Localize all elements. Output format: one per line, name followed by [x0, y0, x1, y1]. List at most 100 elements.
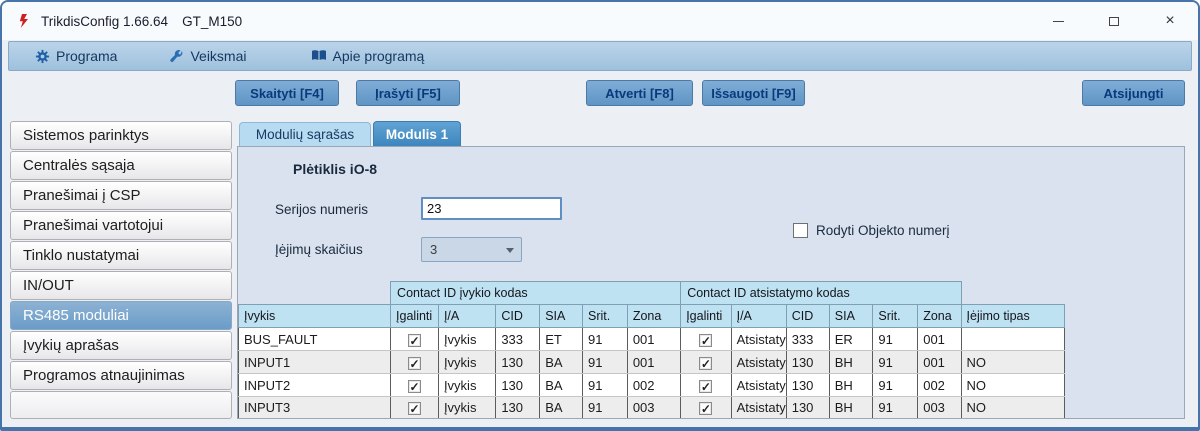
- cell[interactable]: BA: [539, 396, 583, 418]
- tab-bar: Modulių sąrašas Modulis 1: [237, 121, 1185, 146]
- sidebar-item--vyki-apra-as[interactable]: Įvykių aprašas: [10, 331, 232, 360]
- tab-moduliu-sarasas[interactable]: Modulių sąrašas: [239, 122, 371, 146]
- cell[interactable]: 130: [495, 373, 541, 397]
- cell[interactable]: 130: [495, 350, 541, 374]
- checked-checkbox-icon[interactable]: ✓: [407, 379, 421, 393]
- sidebar-item-programos-atnaujinimas[interactable]: Programos atnaujinimas: [10, 361, 232, 390]
- menu-apie-label: Apie programą: [332, 48, 425, 64]
- checked-checkbox-icon[interactable]: ✓: [699, 379, 713, 393]
- write-button[interactable]: Įrašyti [F5]: [356, 80, 460, 106]
- menu-apie-programa[interactable]: Apie programą: [311, 48, 425, 64]
- sidebar-item-tinklo-nustatymai[interactable]: Tinklo nustatymai: [10, 241, 232, 270]
- cell[interactable]: 130: [785, 396, 830, 418]
- menu-veiksmai[interactable]: Veiksmai: [169, 48, 247, 64]
- checked-checkbox-icon[interactable]: ✓: [699, 356, 713, 370]
- checked-checkbox-icon[interactable]: ✓: [699, 402, 713, 416]
- window-controls: ×: [1030, 2, 1198, 40]
- cell[interactable]: Atsistaty: [730, 350, 787, 374]
- column-header-12: Zona: [917, 304, 962, 328]
- show-object-number-field: Rodyti Objekto numerį: [793, 223, 950, 238]
- enabled-checkbox-cell[interactable]: ✓: [680, 327, 732, 351]
- sidebar-item-rs485-moduliai[interactable]: RS485 moduliai: [10, 301, 232, 330]
- cell[interactable]: Įvykis: [437, 350, 497, 374]
- cell[interactable]: 91: [872, 396, 919, 418]
- enabled-checkbox-cell[interactable]: ✓: [390, 350, 439, 374]
- sidebar-item-prane-imai-csp[interactable]: Pranešimai į CSP: [10, 181, 232, 210]
- cell[interactable]: 130: [495, 396, 541, 418]
- maximize-icon[interactable]: [1086, 2, 1142, 40]
- cell[interactable]: 001: [917, 327, 962, 351]
- column-header-8: Į/A: [730, 304, 787, 328]
- checked-checkbox-icon[interactable]: ✓: [407, 356, 421, 370]
- cell[interactable]: 91: [582, 373, 628, 397]
- cell[interactable]: BUS_FAULT: [238, 327, 392, 351]
- tab-modulis-1[interactable]: Modulis 1: [373, 121, 461, 146]
- minimize-icon[interactable]: [1030, 2, 1086, 40]
- checked-checkbox-icon[interactable]: ✓: [407, 402, 421, 416]
- cell[interactable]: 91: [872, 327, 919, 351]
- cell[interactable]: ET: [539, 327, 583, 351]
- checked-checkbox-icon[interactable]: ✓: [407, 333, 421, 347]
- open-button[interactable]: Atverti [F8]: [586, 80, 693, 106]
- cell[interactable]: Atsistaty: [730, 327, 787, 351]
- inputs-count-select[interactable]: 3: [421, 237, 522, 262]
- save-button[interactable]: Išsaugoti [F9]: [702, 80, 805, 106]
- cell[interactable]: NO: [960, 396, 1065, 418]
- enabled-checkbox-cell[interactable]: ✓: [680, 396, 732, 418]
- cell[interactable]: INPUT3: [238, 396, 392, 418]
- cell[interactable]: BH: [828, 396, 874, 418]
- cell[interactable]: 91: [872, 373, 919, 397]
- table-row-input1: INPUT1 ✓ Įvykis 130 BA 91 001 ✓ Atsistaty 130 BH 91…: [238, 350, 1065, 374]
- cell[interactable]: Įvykis: [437, 396, 497, 418]
- cell[interactable]: 002: [917, 373, 962, 397]
- window-title: TrikdisConfig 1.66.64: [41, 13, 169, 29]
- enabled-checkbox-cell[interactable]: ✓: [390, 327, 439, 351]
- cell[interactable]: Atsistaty: [730, 396, 787, 418]
- cell[interactable]: 001: [626, 350, 682, 374]
- cell[interactable]: 130: [785, 350, 830, 374]
- cell[interactable]: Įvykis: [437, 373, 497, 397]
- cell[interactable]: BA: [539, 350, 583, 374]
- sidebar-empty-slot: [10, 391, 232, 419]
- sidebar-item-central-s-s-saja[interactable]: Centralės sąsaja: [10, 151, 232, 180]
- menu-programa[interactable]: Programa: [35, 48, 117, 64]
- cell[interactable]: 002: [626, 373, 682, 397]
- cell[interactable]: 333: [495, 327, 541, 351]
- cell[interactable]: ER: [828, 327, 874, 351]
- checked-checkbox-icon[interactable]: ✓: [699, 333, 713, 347]
- column-header-3: CID: [495, 304, 541, 328]
- serial-number-label: Serijos numeris: [275, 202, 369, 217]
- cell[interactable]: NO: [960, 350, 1065, 374]
- cell[interactable]: 003: [626, 396, 682, 418]
- cell[interactable]: 333: [785, 327, 830, 351]
- cell[interactable]: BH: [828, 373, 874, 397]
- cell[interactable]: 91: [582, 350, 628, 374]
- close-icon[interactable]: ×: [1142, 2, 1198, 40]
- disconnect-button[interactable]: Atsijungti: [1082, 80, 1185, 106]
- enabled-checkbox-cell[interactable]: ✓: [680, 350, 732, 374]
- sidebar-item-prane-imai-vartotojui[interactable]: Pranešimai vartotojui: [10, 211, 232, 240]
- serial-number-input[interactable]: [421, 197, 562, 220]
- show-object-number-checkbox[interactable]: [793, 223, 808, 238]
- sidebar-item-in-out[interactable]: IN/OUT: [10, 271, 232, 300]
- cell[interactable]: 003: [917, 396, 962, 418]
- cell[interactable]: 91: [872, 350, 919, 374]
- cell[interactable]: 91: [582, 327, 628, 351]
- cell[interactable]: BH: [828, 350, 874, 374]
- sidebar-item-sistemos-parinktys[interactable]: Sistemos parinktys: [10, 121, 232, 150]
- cell[interactable]: 001: [917, 350, 962, 374]
- read-button[interactable]: Skaityti [F4]: [235, 80, 339, 106]
- cell[interactable]: Atsistaty: [730, 373, 787, 397]
- cell[interactable]: BA: [539, 373, 583, 397]
- enabled-checkbox-cell[interactable]: ✓: [680, 373, 732, 397]
- enabled-checkbox-cell[interactable]: ✓: [390, 396, 439, 418]
- cell[interactable]: 91: [582, 396, 628, 418]
- cell[interactable]: 130: [785, 373, 830, 397]
- cell[interactable]: INPUT1: [238, 350, 392, 374]
- cell[interactable]: Įvykis: [437, 327, 497, 351]
- cell[interactable]: NO: [960, 373, 1065, 397]
- enabled-checkbox-cell[interactable]: ✓: [390, 373, 439, 397]
- cell[interactable]: [960, 327, 1065, 351]
- cell[interactable]: 001: [626, 327, 682, 351]
- cell[interactable]: INPUT2: [238, 373, 392, 397]
